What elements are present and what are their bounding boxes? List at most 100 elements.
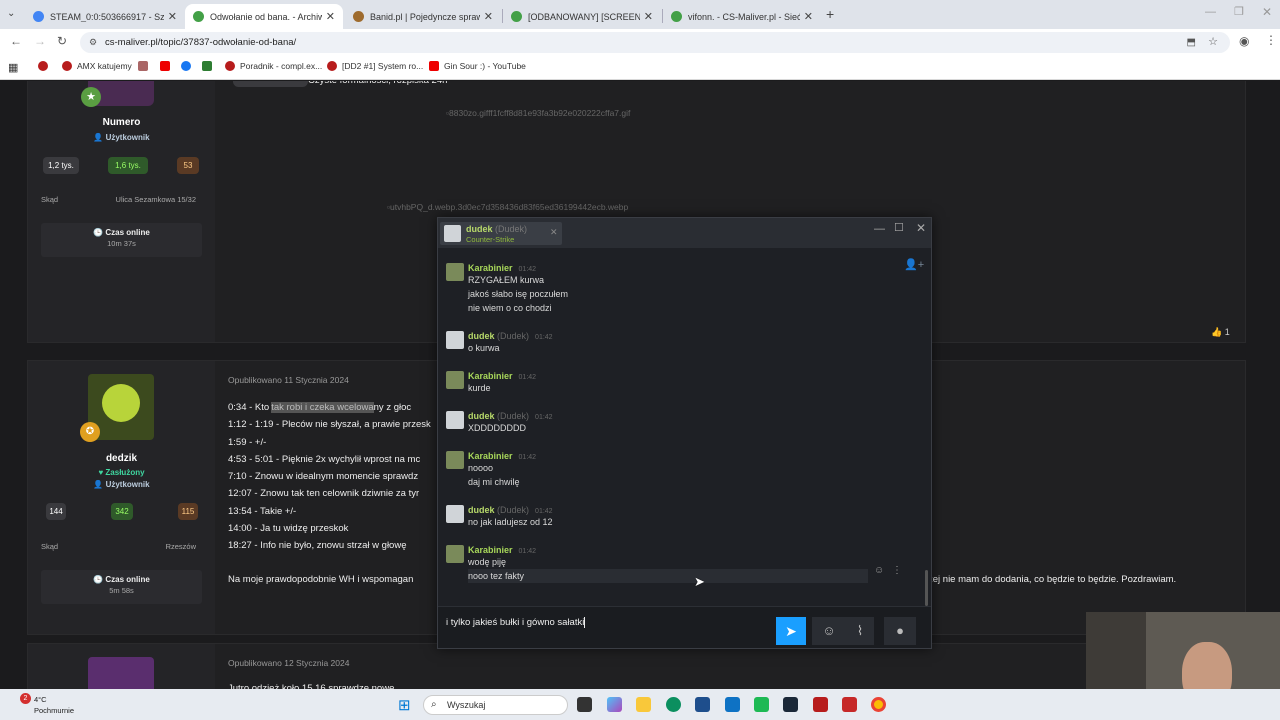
post-date: Opublikowano 11 Stycznia 2024 xyxy=(228,375,349,385)
task-view-icon[interactable] xyxy=(577,697,592,712)
reaction-counter[interactable]: 👍 1 xyxy=(1211,327,1230,338)
chat-scrollbar[interactable] xyxy=(925,570,928,606)
attach-icon[interactable]: ⌇ xyxy=(846,617,874,645)
user-badge: ♥ Zasłużony xyxy=(98,468,145,477)
bookmark-poradnik[interactable]: Poradnik - compl.ex... xyxy=(225,61,322,71)
spotify-icon[interactable] xyxy=(754,697,769,712)
close-tab-icon[interactable]: ✕ xyxy=(550,227,558,238)
username[interactable]: dedzik xyxy=(28,453,215,464)
outlook-icon[interactable] xyxy=(725,697,740,712)
avatar-image xyxy=(102,384,140,422)
avatar xyxy=(446,411,464,429)
minimize-icon[interactable]: — xyxy=(1205,6,1216,18)
mouse-cursor-icon: ➤ xyxy=(694,574,705,589)
text-selection: tak robi i czeka wcelowa xyxy=(271,402,374,413)
stat-points: 115 xyxy=(178,503,198,520)
site-icon xyxy=(511,11,522,22)
site-info-icon[interactable]: ⚙ xyxy=(89,32,97,53)
maximize-icon[interactable]: ❐ xyxy=(1234,5,1244,18)
avatar xyxy=(446,263,464,281)
bookmark-star-icon[interactable]: ☆ xyxy=(1208,32,1218,53)
chat-tab-dudek[interactable]: dudek (Dudek) Counter-Strike ✕ xyxy=(440,222,562,245)
profile-icon[interactable]: ◉ xyxy=(1239,34,1249,48)
back-icon[interactable]: ← xyxy=(10,34,22,48)
menu-dots-icon[interactable]: ⋮ xyxy=(1265,33,1277,47)
aimp-icon[interactable] xyxy=(842,697,857,712)
message-options-icon[interactable]: ⋮ xyxy=(892,565,902,576)
forward-icon[interactable]: → xyxy=(34,34,46,48)
user-location: Skąd Rzeszów xyxy=(41,542,196,551)
youtube-bookmark-icon[interactable] xyxy=(160,61,175,71)
post-text: Czyste formalności, rozpiska 24h xyxy=(308,81,447,89)
bookmark-link-icon[interactable] xyxy=(138,61,153,71)
bookmark-amx[interactable]: AMX katujemy xyxy=(62,61,132,71)
timestamp-line: 18:27 - Info nie było, znowu strzał w gł… xyxy=(228,540,407,552)
copilot-icon[interactable] xyxy=(607,697,622,712)
avatar xyxy=(446,505,464,523)
username[interactable]: Numero xyxy=(28,117,215,128)
tab-odwolanie[interactable]: Odwołanie od bana. - Archiwum ✕ xyxy=(185,4,343,29)
steam-icon[interactable] xyxy=(783,697,798,712)
app-icon[interactable] xyxy=(813,697,828,712)
post-summary-left: Na moje prawdopodobnie WH i wspomagan xyxy=(228,574,414,585)
file-explorer-icon[interactable] xyxy=(636,697,651,712)
tab-search-menu-icon[interactable]: ⌄ xyxy=(7,8,15,19)
chat-message-input[interactable]: i tylko jakieś bułki i gówno sałatki xyxy=(446,617,766,628)
thumbs-up-icon: 👍 xyxy=(1211,327,1223,337)
tab-close-icon[interactable]: ✕ xyxy=(168,10,177,23)
maximize-icon[interactable]: ☐ xyxy=(894,221,904,234)
emoji-react-icon[interactable]: ☺ xyxy=(874,565,884,576)
bookmark-icon-1[interactable] xyxy=(38,61,53,71)
chrome-icon[interactable] xyxy=(871,697,886,712)
post-third: Opublikowano 12 Stycznia 2024 Jutro odzi… xyxy=(27,643,1246,689)
avatar xyxy=(446,545,464,563)
taskbar-search[interactable]: ⌕ Wyszukaj xyxy=(423,695,568,715)
reload-icon[interactable]: ↻ xyxy=(57,34,67,48)
user-role: 👤 Użytkownik xyxy=(93,480,150,489)
green-bookmark-icon[interactable] xyxy=(202,61,217,71)
apps-grid-icon[interactable]: ▦ xyxy=(8,61,18,74)
tab-close-icon[interactable]: ✕ xyxy=(644,10,653,23)
install-app-icon[interactable]: ⬒ xyxy=(1187,32,1196,53)
bookmark-gin-sour[interactable]: Gin Sour :) - YouTube xyxy=(429,61,526,71)
broken-image-webp: ▫utvhbPQ_d.webp.3d0ec7d358436d83f65ed361… xyxy=(387,202,629,212)
send-button[interactable]: ➤ xyxy=(776,617,806,645)
tab-odbanowany[interactable]: [ODBANOWANY] [SCREENY] CS ✕ xyxy=(503,4,661,29)
post-date: Opublikowano 12 Stycznia 2024 xyxy=(228,658,350,668)
tab-vifonn[interactable]: vifonn. - CS-Maliver.pl - Sieć se ✕ xyxy=(663,4,821,29)
timestamp-line: 12:07 - Znowu tak ten celownik dziwnie z… xyxy=(228,488,420,500)
avatar[interactable] xyxy=(88,657,154,689)
notification-badge: 2 xyxy=(20,693,31,704)
site-icon xyxy=(353,11,364,22)
store-icon[interactable] xyxy=(695,697,710,712)
timestamp-line: 13:54 - Takie +/- xyxy=(228,505,297,517)
tab-close-icon[interactable]: ✕ xyxy=(326,10,335,23)
stat-posts: 1,2 tys. xyxy=(43,157,79,174)
tab-banid[interactable]: Banid.pl | Pojedyncze sprawdz ✕ xyxy=(345,4,501,29)
edge-icon[interactable] xyxy=(666,697,681,712)
new-tab-icon[interactable]: + xyxy=(826,6,834,22)
facebook-bookmark-icon[interactable] xyxy=(181,61,196,71)
url-field[interactable]: ⚙ cs-maliver.pl/topic/37837-odwołanie-od… xyxy=(80,32,1230,53)
bookmark-dd2[interactable]: [DD2 #1] System ro... xyxy=(327,61,423,71)
weather-desc[interactable]: Pochmurnie xyxy=(34,706,74,715)
emoticon-button[interactable]: ☺ xyxy=(812,617,846,645)
close-window-icon[interactable]: ✕ xyxy=(916,221,926,235)
timestamp-line: 0:34 - Kto tak robi i czeka wcelowany z g… xyxy=(228,402,412,413)
tab-close-icon[interactable]: ✕ xyxy=(484,10,493,23)
windows-start-icon[interactable]: ⊞ xyxy=(398,696,411,714)
tag-badge xyxy=(233,81,308,87)
author-sidebar: ★ Numero 👤 Użytkownik 1,2 tys. 1,6 tys. … xyxy=(28,81,215,342)
minimize-icon[interactable]: — xyxy=(874,223,885,235)
weather-temp[interactable]: 4°C xyxy=(34,695,47,704)
author-sidebar: ✪ dedzik ♥ Zasłużony 👤 Użytkownik 144 34… xyxy=(28,361,215,634)
rank-star-icon: ★ xyxy=(81,87,101,107)
voice-icon[interactable]: ● xyxy=(884,617,916,645)
youtube-icon xyxy=(429,61,439,71)
site-icon xyxy=(671,11,682,22)
tab-close-icon[interactable]: ✕ xyxy=(804,10,813,23)
tab-steam-search[interactable]: STEAM_0:0:503666917 - Szukaj ✕ xyxy=(25,4,185,29)
timestamp-line: 4:53 - 5:01 - Pięknie 2x wychylił wprost… xyxy=(228,453,421,465)
close-window-icon[interactable]: ✕ xyxy=(1262,5,1272,19)
site-icon xyxy=(202,61,212,71)
